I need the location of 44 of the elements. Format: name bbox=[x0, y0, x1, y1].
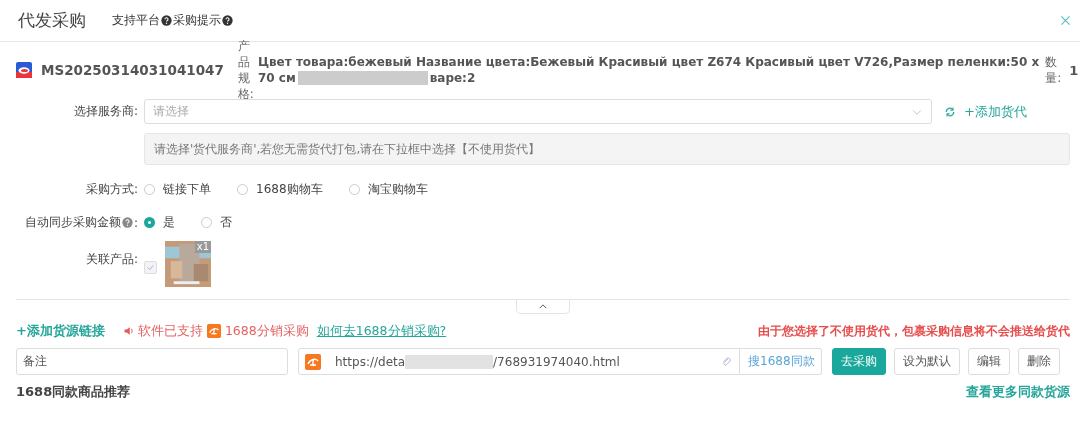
spec-text: варе:2 bbox=[429, 70, 476, 86]
close-icon bbox=[1059, 14, 1072, 27]
quantity-value: 1 bbox=[1069, 62, 1079, 78]
url-text: /768931974040.html bbox=[493, 354, 620, 369]
url-field[interactable]: https://deta /768931974040.html bbox=[298, 348, 740, 375]
action-button[interactable]: 编辑 bbox=[968, 348, 1010, 375]
check-icon bbox=[145, 262, 156, 273]
quantity-label: 数量: bbox=[1045, 54, 1062, 86]
link-icon bbox=[721, 355, 733, 368]
radio-label[interactable]: 1688购物车 bbox=[256, 181, 323, 198]
url-text: https://deta bbox=[335, 354, 406, 369]
field-label: 关联产品: bbox=[85, 251, 138, 268]
store-logo-icon bbox=[16, 62, 32, 78]
radio-label[interactable]: 是 bbox=[163, 214, 175, 231]
warning-text: 由于您选择了不使用货代，包裹采购信息将不会推送给货代 bbox=[758, 322, 1070, 340]
action-button[interactable]: 设为默认 bbox=[894, 348, 960, 375]
radio-label[interactable]: 链接下单 bbox=[163, 181, 211, 198]
field-label: 采购方式: bbox=[85, 181, 138, 198]
radio-button[interactable] bbox=[144, 217, 155, 228]
refresh-icon bbox=[944, 105, 956, 118]
radio-label[interactable]: 淘宝购物车 bbox=[367, 181, 428, 198]
header-link[interactable]: 采购提示 bbox=[173, 12, 221, 29]
help-icon bbox=[121, 217, 133, 228]
spec-text: 70 см bbox=[257, 70, 296, 86]
order-number: MS20250314031041047 bbox=[41, 62, 224, 78]
spec-text: Цвет товара:бежевый Название цвета:Бежевый Красивый цвет Z674 Красивый цвет V726,Размер пеленки:50 x bbox=[257, 54, 1040, 70]
section-title: 1688同款商品推荐 bbox=[16, 383, 131, 401]
spec-label: 产品规格: bbox=[237, 38, 254, 102]
support-text: 软件已支持 bbox=[137, 322, 203, 340]
field-label: 选择服务商: bbox=[73, 103, 138, 120]
header-link[interactable]: 支持平台 bbox=[112, 12, 160, 29]
remark-field[interactable]: 备注 bbox=[16, 348, 288, 375]
label-colon: : bbox=[133, 215, 138, 230]
help-icon bbox=[222, 15, 233, 26]
speaker-icon bbox=[122, 325, 135, 337]
ali-logo-icon bbox=[206, 324, 221, 338]
action-button[interactable]: 删除 bbox=[1018, 348, 1060, 375]
notice-box: 请选择'货代服务商',若您无需货代打包,请在下拉框中选择【不使用货代】 bbox=[144, 133, 1070, 165]
radio-label[interactable]: 否 bbox=[220, 214, 232, 231]
field-label: 自动同步采购金额 bbox=[24, 214, 121, 231]
help-icon bbox=[161, 15, 172, 26]
platform-text: 1688分销采购 bbox=[224, 322, 309, 340]
dialog-title: 代发采购 bbox=[18, 9, 86, 32]
ali-logo-icon bbox=[305, 353, 321, 370]
